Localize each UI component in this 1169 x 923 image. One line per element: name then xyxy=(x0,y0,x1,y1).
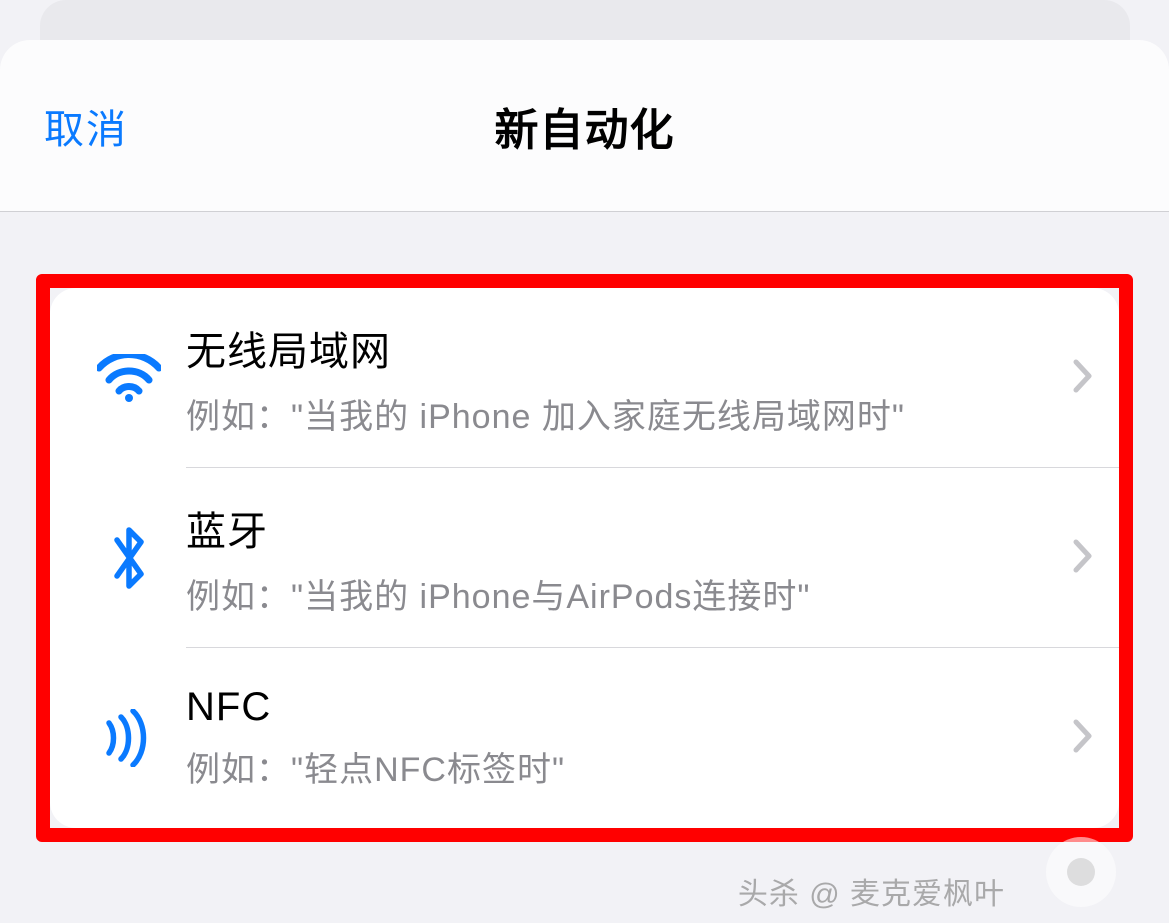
row-wifi[interactable]: 无线局域网 例如："当我的 iPhone 加入家庭无线局域网时" xyxy=(50,288,1119,468)
wifi-icon xyxy=(72,354,186,402)
modal-sheet: 取消 新自动化 无线局域网 例如："当我的 iP xyxy=(0,40,1169,923)
bluetooth-icon xyxy=(72,524,186,592)
chevron-right-icon xyxy=(1073,359,1093,398)
row-body: 蓝牙 例如："当我的 iPhone与AirPods连接时" xyxy=(186,499,1059,618)
row-title: NFC xyxy=(186,685,1059,730)
highlight-annotation: 无线局域网 例如："当我的 iPhone 加入家庭无线局域网时" 蓝牙 xyxy=(36,274,1133,842)
cancel-button[interactable]: 取消 xyxy=(44,97,128,155)
row-subtitle: 例如："当我的 iPhone 加入家庭无线局域网时" xyxy=(186,389,1059,438)
page-title: 新自动化 xyxy=(495,94,675,158)
background-sheet xyxy=(40,0,1130,40)
row-body: NFC 例如："轻点NFC标签时" xyxy=(186,685,1059,791)
settings-list: 无线局域网 例如："当我的 iPhone 加入家庭无线局域网时" 蓝牙 xyxy=(50,288,1119,828)
row-subtitle: 例如："轻点NFC标签时" xyxy=(186,742,1059,791)
row-title: 无线局域网 xyxy=(186,319,1059,377)
nfc-icon xyxy=(72,709,186,767)
modal-header: 取消 新自动化 xyxy=(0,40,1169,212)
row-title: 蓝牙 xyxy=(186,499,1059,557)
row-subtitle: 例如："当我的 iPhone与AirPods连接时" xyxy=(186,569,1059,618)
row-bluetooth[interactable]: 蓝牙 例如："当我的 iPhone与AirPods连接时" xyxy=(50,468,1119,648)
watermark-text: 头杀 @ 麦克爱枫叶 xyxy=(738,869,1005,913)
chevron-right-icon xyxy=(1073,539,1093,578)
row-body: 无线局域网 例如："当我的 iPhone 加入家庭无线局域网时" xyxy=(186,319,1059,438)
chevron-right-icon xyxy=(1073,719,1093,758)
row-nfc[interactable]: NFC 例如："轻点NFC标签时" xyxy=(50,648,1119,828)
list-container: 无线局域网 例如："当我的 iPhone 加入家庭无线局域网时" 蓝牙 xyxy=(0,212,1169,842)
watermark-logo xyxy=(1011,827,1151,917)
